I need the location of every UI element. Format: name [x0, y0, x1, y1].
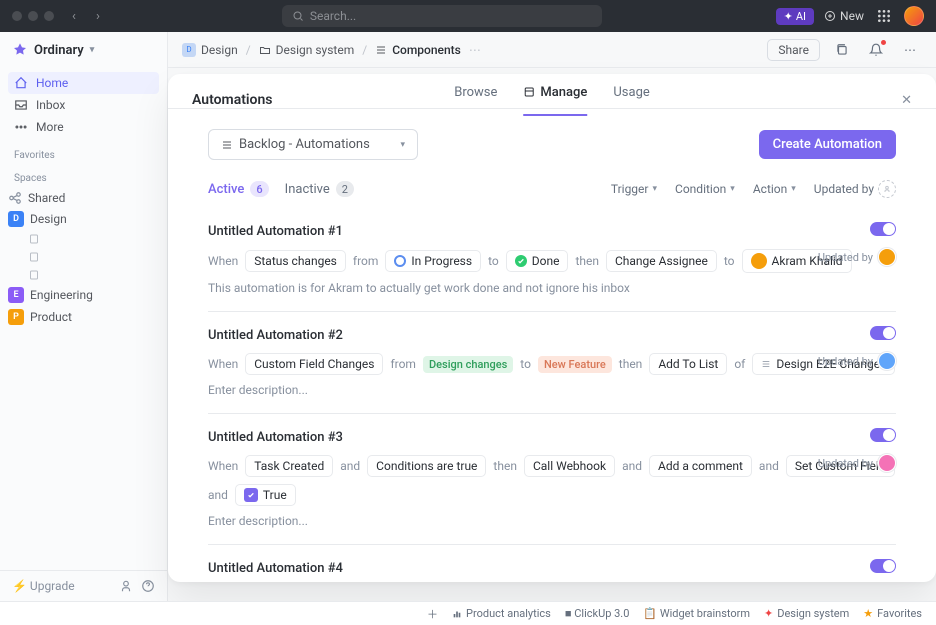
favorites-section-label: Favorites: [0, 142, 167, 165]
user-avatar[interactable]: [904, 6, 924, 26]
filter-updated-by[interactable]: Updated by: [814, 180, 896, 198]
rule-chip: Custom Field Changes: [245, 353, 383, 375]
automations-modal: Automations Browse Manage Usage ✕ Backlog …: [168, 74, 936, 582]
nav-forward-button[interactable]: ›: [88, 6, 108, 26]
rule-chip: Conditions are true: [367, 455, 486, 477]
search-icon: [292, 10, 304, 22]
rule-chip: Add To List: [649, 353, 727, 375]
updated-by-label: Updated by: [818, 248, 896, 266]
modal-tab-manage[interactable]: Manage: [523, 85, 587, 116]
rule-chip: True: [235, 484, 296, 506]
sidebar-nav-home[interactable]: Home: [8, 72, 159, 94]
space-item[interactable]: EEngineering: [0, 284, 167, 306]
space-item[interactable]: PProduct: [0, 306, 167, 328]
automation-card[interactable]: Untitled Automation #2 WhenCustom Field C…: [208, 312, 896, 414]
list-selector[interactable]: Backlog - Automations ▾: [208, 129, 418, 160]
automation-rule: WhenCustom Field ChangesfromDesign chang…: [208, 353, 896, 375]
tag-chip: New Feature: [538, 356, 612, 373]
sidebar-nav-inbox[interactable]: Inbox: [8, 94, 159, 116]
upgrade-link[interactable]: ⚡ Upgrade: [12, 579, 75, 593]
status-tab-active[interactable]: Active6: [208, 181, 269, 197]
nav-back-button[interactable]: ‹: [64, 6, 84, 26]
space-item[interactable]: DDesign: [0, 208, 167, 230]
automation-toggle[interactable]: [870, 559, 896, 573]
invite-icon[interactable]: [119, 579, 133, 593]
automation-description: Enter description...: [208, 383, 896, 397]
statusbar-item[interactable]: Product analytics: [452, 607, 551, 620]
automation-rule: WhenStatus changesfromIn ProgresstoDonet…: [208, 249, 896, 273]
modal-title: Automations: [192, 92, 273, 108]
updated-by-label: Updated by: [818, 454, 896, 472]
automation-toggle[interactable]: [870, 428, 896, 442]
filter-trigger[interactable]: Trigger▾: [611, 180, 657, 198]
filter-condition[interactable]: Condition▾: [675, 180, 735, 198]
spaces-section-label: Spaces: [0, 165, 167, 188]
automation-card[interactable]: Untitled Automation #1 WhenStatus changes…: [208, 208, 896, 312]
automation-description: This automation is for Akram to actually…: [208, 281, 896, 295]
status-tab-inactive[interactable]: Inactive2: [285, 181, 354, 197]
modal-tab-browse[interactable]: Browse: [454, 85, 497, 116]
workspace-switcher[interactable]: Ordinary ▾: [0, 32, 167, 68]
apps-grid-icon[interactable]: [876, 8, 892, 24]
rule-chip: Done: [506, 250, 569, 272]
rule-chip: Change Assignee: [606, 250, 717, 272]
rule-chip: In Progress: [385, 250, 481, 272]
automation-card[interactable]: Untitled Automation #4WhenStatus changes…: [208, 545, 896, 582]
updated-by-label: Updated by: [818, 352, 896, 370]
sidebar: Ordinary ▾ HomeInboxMore Favorites Space…: [0, 32, 168, 601]
statusbar-item[interactable]: ■ ClickUp 3.0: [565, 607, 630, 620]
automation-title: Untitled Automation #4: [208, 561, 896, 576]
automation-title: Untitled Automation #3: [208, 430, 896, 445]
filter-action[interactable]: Action▾: [753, 180, 796, 198]
help-icon[interactable]: [141, 579, 155, 593]
rule-chip: Status changes: [245, 250, 346, 272]
workspace-logo-icon: [12, 42, 28, 58]
statusbar-item[interactable]: 📋 Widget brainstorm: [643, 607, 750, 620]
tree-item[interactable]: [0, 248, 167, 266]
automation-title: Untitled Automation #1: [208, 224, 896, 239]
automation-description: Enter description...: [208, 514, 896, 528]
modal-tab-usage[interactable]: Usage: [613, 85, 649, 116]
automation-title: Untitled Automation #2: [208, 328, 896, 343]
sidebar-nav-more[interactable]: More: [8, 116, 159, 138]
plus-circle-icon: [824, 10, 836, 22]
tree-item[interactable]: [0, 266, 167, 284]
app-titlebar: ‹ › Search... ✦ AI New: [0, 0, 936, 32]
add-item-icon[interactable]: ＋: [427, 606, 438, 622]
status-bar: ＋ Product analytics ■ ClickUp 3.0 📋 Widget…: [0, 601, 936, 625]
rule-chip: Call Webhook: [524, 455, 615, 477]
ai-button[interactable]: ✦ AI: [776, 8, 814, 25]
window-controls[interactable]: [12, 11, 54, 21]
space-item[interactable]: Shared: [0, 188, 167, 208]
automation-rule: WhenTask CreatedandConditions are trueth…: [208, 455, 896, 506]
tree-item[interactable]: [0, 230, 167, 248]
list-icon: [221, 139, 233, 151]
automation-toggle[interactable]: [870, 326, 896, 340]
create-automation-button[interactable]: Create Automation: [759, 130, 896, 159]
automation-toggle[interactable]: [870, 222, 896, 236]
rule-chip: Task Created: [245, 455, 333, 477]
rule-chip: Add a comment: [649, 455, 752, 477]
global-search-input[interactable]: Search...: [282, 5, 602, 27]
new-button[interactable]: New: [824, 9, 864, 23]
statusbar-item[interactable]: ✦ Design system: [764, 607, 849, 620]
close-button[interactable]: ✕: [901, 93, 912, 108]
statusbar-item[interactable]: ★ Favorites: [863, 607, 922, 620]
automation-card[interactable]: Untitled Automation #3 WhenTask Createdan…: [208, 414, 896, 545]
tag-chip: Design changes: [423, 356, 513, 373]
